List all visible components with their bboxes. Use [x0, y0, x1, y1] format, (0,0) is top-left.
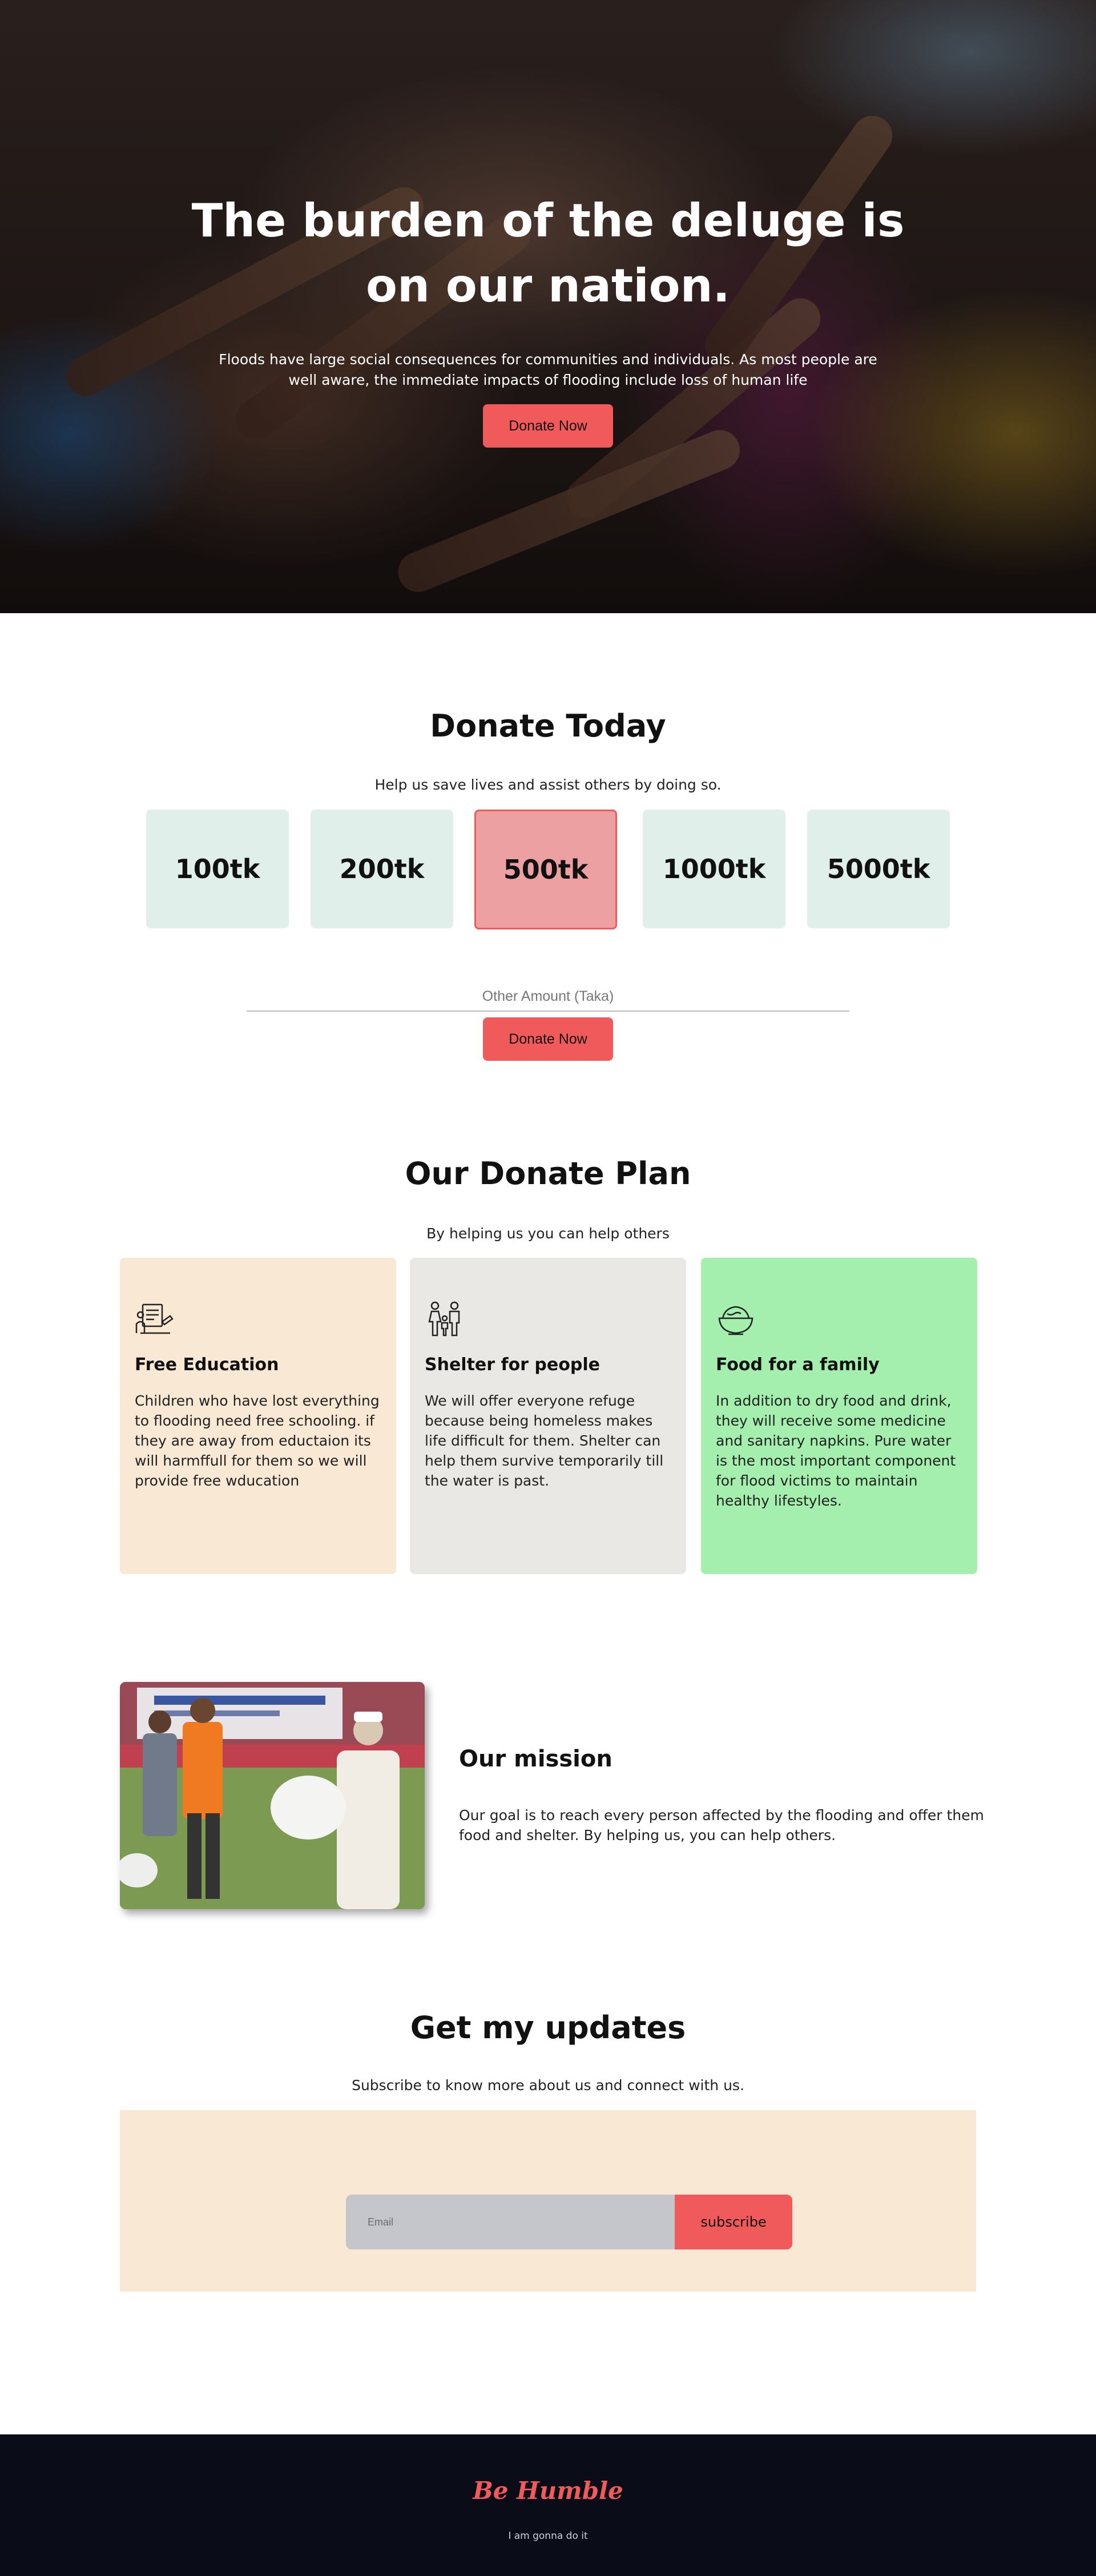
plan-card-title: Shelter for people [425, 1355, 600, 1375]
mission-image [120, 1682, 425, 1909]
mission-text: Our goal is to reach every person affect… [459, 1807, 984, 1844]
plan-lead: By helping us you can help others [426, 1225, 670, 1242]
amount-option-500-selected[interactable]: 500tk [474, 810, 617, 929]
other-amount-input[interactable] [247, 982, 849, 1012]
amount-option-5000[interactable]: 5000tk [807, 810, 950, 928]
subscribe-button[interactable]: subscribe [675, 2195, 792, 2249]
family-icon [425, 1299, 465, 1339]
email-input[interactable] [346, 2195, 675, 2249]
plan-card-text: We will offer everyone refuge because be… [425, 1392, 664, 1489]
footer [0, 2434, 1096, 2576]
education-icon [135, 1299, 175, 1339]
updates-title: Get my updates [410, 2010, 686, 2046]
mission-title: Our mission [459, 1746, 613, 1772]
amount-option-100[interactable]: 100tk [146, 810, 289, 928]
hero-subtitle: Floods have large social consequences fo… [219, 351, 877, 388]
updates-lead: Subscribe to know more about us and conn… [352, 2077, 744, 2094]
donate-title: Donate Today [430, 708, 666, 744]
plan-card-education: Free Education Children who have lost ev… [120, 1258, 396, 1574]
plan-card-food: Food for a family In addition to dry foo… [701, 1258, 977, 1574]
hero-title: The burden of the deluge is on our natio… [191, 194, 905, 312]
amount-option-1000[interactable]: 1000tk [643, 810, 785, 928]
plan-card-text: Children who have lost everything to flo… [135, 1392, 380, 1489]
hero-section: The burden of the deluge is on our natio… [0, 0, 1096, 613]
plan-card-shelter: Shelter for people We will offer everyon… [410, 1258, 686, 1574]
amount-option-200[interactable]: 200tk [311, 810, 453, 928]
footer-tagline: I am gonna do it [508, 2530, 588, 2542]
plan-title: Our Donate Plan [405, 1156, 691, 1192]
footer-brand-logo[interactable]: Be Humble [0, 2477, 1096, 2505]
plan-card-text: In addition to dry food and drink, they … [716, 1392, 956, 1509]
donate-lead: Help us save lives and assist others by … [374, 776, 722, 793]
food-bowl-icon [716, 1299, 756, 1339]
hero-donate-button[interactable]: Donate Now [483, 404, 613, 448]
donate-now-button[interactable]: Donate Now [483, 1017, 613, 1061]
plan-card-title: Free Education [135, 1355, 279, 1375]
plan-card-title: Food for a family [716, 1355, 880, 1375]
